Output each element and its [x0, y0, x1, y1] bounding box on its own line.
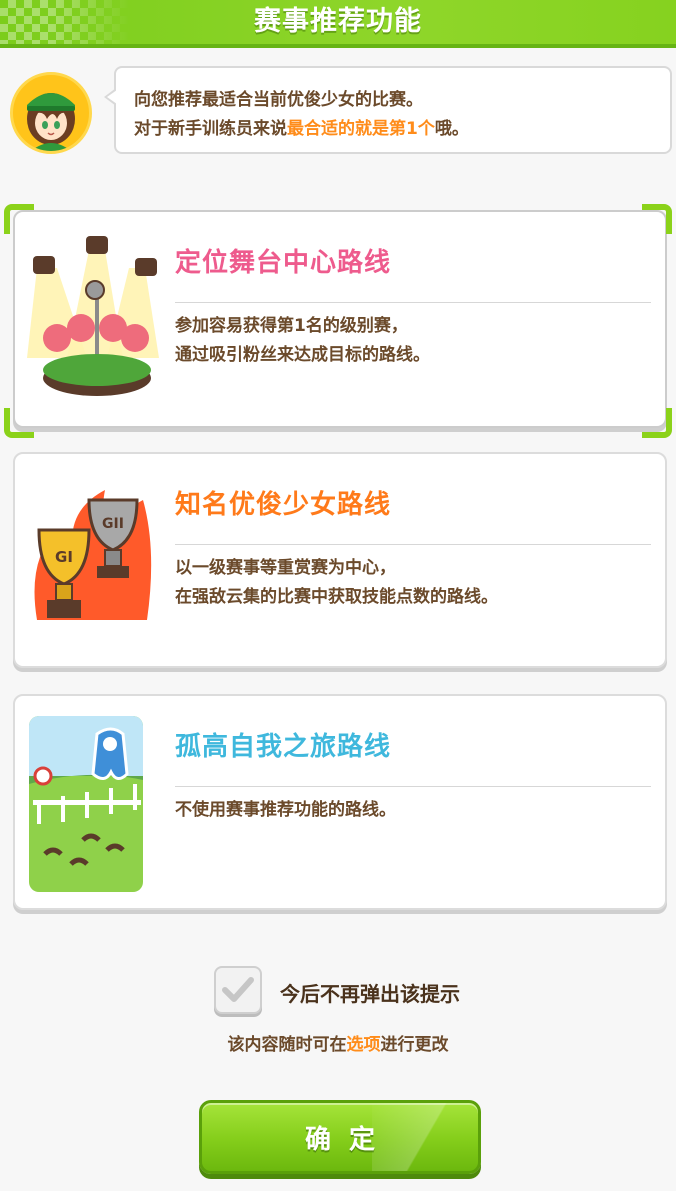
route-title: 孤高自我之旅路线 [175, 732, 392, 762]
selection-corner-top-left [4, 204, 34, 234]
route-card-famous-umamusume[interactable]: GII GI 知名优俊少女路线 以一级赛事等重赏赛为中心， 在强敌云集的比赛中获… [13, 452, 667, 668]
trainer-speech-bubble: 向您推荐最适合当前优俊少女的比赛。 对于新手训练员来说最合适的就是第1个哦。 [104, 66, 672, 154]
trainer-avatar-icon [27, 93, 75, 151]
trophy-icon: GII GI [27, 470, 159, 650]
route-desc-line-2: 在强敌云集的比赛中获取技能点数的路线。 [175, 587, 498, 607]
header-bar: 赛事推荐功能 [0, 0, 676, 48]
divider [175, 302, 651, 303]
dont-show-label[interactable]: 今后不再弹出该提示 [280, 978, 460, 1007]
note-suffix: 进行更改 [380, 1035, 449, 1055]
confirm-button-label: 确定 [304, 1124, 393, 1155]
route-card-solitary-journey[interactable]: 孤高自我之旅路线 不使用赛事推荐功能的路线。 [13, 694, 667, 910]
route-desc-line-1: 参加容易获得第1名的级别赛， [175, 316, 408, 336]
route-description: 不使用赛事推荐功能的路线。 [175, 796, 396, 825]
divider [175, 544, 651, 545]
speech-highlight: 最合适的就是第1个 [287, 119, 435, 139]
speech-line-2-suffix: 哦。 [434, 119, 469, 139]
route-title: 知名优俊少女路线 [175, 490, 392, 520]
trophy-silver-label: GII [102, 516, 124, 532]
note-prefix: 该内容随时可在 [227, 1035, 347, 1055]
checkmark-icon [222, 977, 254, 1002]
trainer-avatar [10, 72, 92, 154]
confirm-button[interactable]: 确定 [199, 1100, 481, 1174]
page-title: 赛事推荐功能 [254, 6, 422, 37]
route-desc-line-1: 不使用赛事推荐功能的路线。 [175, 800, 396, 820]
dont-show-checkbox[interactable] [214, 966, 262, 1014]
route-title: 定位舞台中心路线 [175, 248, 392, 278]
settings-note: 该内容随时可在选项进行更改 [0, 1030, 676, 1055]
route-card-stage-center[interactable]: 定位舞台中心路线 参加容易获得第1名的级别赛， 通过吸引粉丝来达成目标的路线。 [13, 210, 667, 428]
route-description: 以一级赛事等重赏赛为中心， 在强敌云集的比赛中获取技能点数的路线。 [175, 554, 498, 612]
speech-line-2: 对于新手训练员来说最合适的就是第1个哦。 [134, 115, 670, 144]
selection-corner-bottom-left [4, 408, 34, 438]
options-link[interactable]: 选项 [347, 1035, 381, 1055]
header-underline [0, 44, 676, 48]
route-desc-line-1: 以一级赛事等重赏赛为中心， [175, 558, 396, 578]
selection-corner-top-right [642, 204, 672, 234]
trophy-gold-label: GI [55, 548, 73, 566]
racetrack-icon [27, 714, 157, 894]
divider [175, 786, 651, 787]
selection-corner-bottom-right [642, 408, 672, 438]
route-description: 参加容易获得第1名的级别赛， 通过吸引粉丝来达成目标的路线。 [175, 312, 430, 370]
speech-line-1: 向您推荐最适合当前优俊少女的比赛。 [134, 90, 423, 110]
stage-microphone-icon [27, 228, 159, 408]
route-desc-line-2: 通过吸引粉丝来达成目标的路线。 [175, 345, 430, 365]
speech-line-2-prefix: 对于新手训练员来说 [134, 119, 287, 139]
